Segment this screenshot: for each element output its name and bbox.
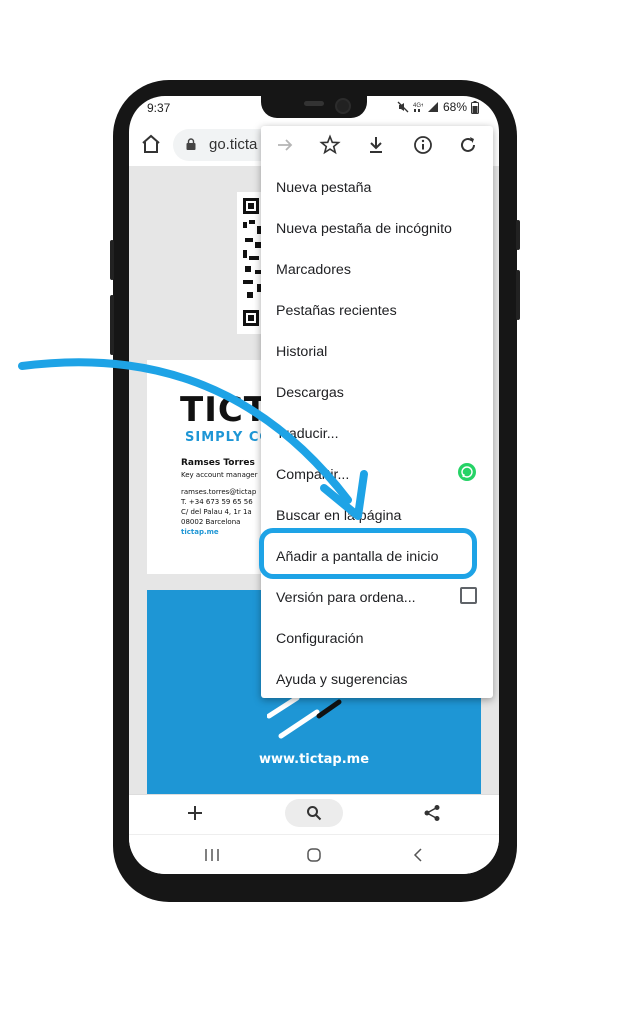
contact-address-line1: C/ del Palau 4, 1r 1a bbox=[181, 508, 252, 516]
menu-item-recent-tabs[interactable]: Pestañas recientes bbox=[276, 303, 397, 319]
whatsapp-icon[interactable] bbox=[458, 463, 476, 481]
camera-notch bbox=[261, 96, 367, 118]
browser-overflow-menu: Nueva pestaña Nueva pestaña de incógnito… bbox=[261, 126, 493, 698]
search-button[interactable] bbox=[285, 799, 343, 827]
mute-icon bbox=[397, 101, 409, 113]
forward-arrow-icon[interactable] bbox=[274, 134, 296, 156]
status-bar: 9:37 4G+ 68% bbox=[129, 96, 499, 120]
reload-icon[interactable] bbox=[457, 134, 479, 156]
volume-button bbox=[110, 240, 114, 280]
menu-item-share[interactable]: Compartir... bbox=[276, 467, 349, 483]
menu-item-new-tab[interactable]: Nueva pestaña bbox=[276, 180, 371, 196]
company-tagline: SIMPLY CO bbox=[185, 430, 272, 445]
alert-slider bbox=[516, 220, 520, 250]
url-text: go.ticta bbox=[209, 136, 258, 153]
highlight-box bbox=[259, 528, 477, 579]
download-icon[interactable] bbox=[365, 134, 387, 156]
home-icon[interactable] bbox=[139, 132, 163, 156]
network-4g-icon: 4G+ bbox=[413, 103, 423, 112]
power-button bbox=[516, 270, 520, 320]
menu-item-find-in-page[interactable]: Buscar en la página bbox=[276, 508, 401, 524]
lock-icon bbox=[186, 138, 196, 150]
contact-address-line2: 08002 Barcelona bbox=[181, 518, 241, 526]
contact-role: Key account manager bbox=[181, 471, 258, 479]
menu-icon-row bbox=[261, 126, 493, 166]
menu-item-help-feedback[interactable]: Ayuda y sugerencias bbox=[276, 672, 407, 688]
volume-button bbox=[110, 295, 114, 355]
browser-bottom-bar bbox=[129, 794, 499, 831]
contact-phone: T. +34 673 59 65 56 bbox=[181, 498, 253, 506]
svg-text:4G+: 4G+ bbox=[413, 103, 423, 109]
desktop-site-checkbox[interactable] bbox=[460, 587, 477, 604]
battery-icon bbox=[471, 100, 479, 114]
status-time: 9:37 bbox=[147, 101, 171, 115]
battery-percent: 68% bbox=[442, 100, 467, 114]
search-icon bbox=[307, 806, 322, 821]
menu-item-translate[interactable]: Traducir... bbox=[276, 426, 339, 442]
phone-screen: 9:37 4G+ 68% go.ticta TICTAP SIMPLY CO R… bbox=[129, 96, 499, 874]
menu-item-desktop-site[interactable]: Versión para ordena... bbox=[276, 590, 416, 606]
recent-apps-icon[interactable] bbox=[204, 848, 220, 862]
contact-name: Ramses Torres bbox=[181, 458, 255, 468]
home-nav-icon[interactable] bbox=[306, 847, 322, 863]
website-text: www.tictap.me bbox=[258, 752, 370, 767]
menu-item-bookmarks[interactable]: Marcadores bbox=[276, 262, 351, 278]
share-icon[interactable] bbox=[423, 804, 441, 822]
plus-icon[interactable] bbox=[187, 805, 203, 821]
menu-item-downloads[interactable]: Descargas bbox=[276, 385, 344, 401]
contact-email: ramses.torres@tictap bbox=[181, 488, 257, 496]
back-icon[interactable] bbox=[412, 847, 424, 863]
star-icon[interactable] bbox=[319, 134, 341, 156]
menu-item-history[interactable]: Historial bbox=[276, 344, 327, 360]
signal-icon bbox=[427, 102, 438, 112]
menu-item-incognito-tab[interactable]: Nueva pestaña de incógnito bbox=[276, 221, 452, 237]
menu-item-settings[interactable]: Configuración bbox=[276, 631, 364, 647]
system-nav-bar bbox=[129, 834, 499, 874]
info-icon[interactable] bbox=[412, 134, 434, 156]
contact-website: tictap.me bbox=[181, 528, 219, 536]
